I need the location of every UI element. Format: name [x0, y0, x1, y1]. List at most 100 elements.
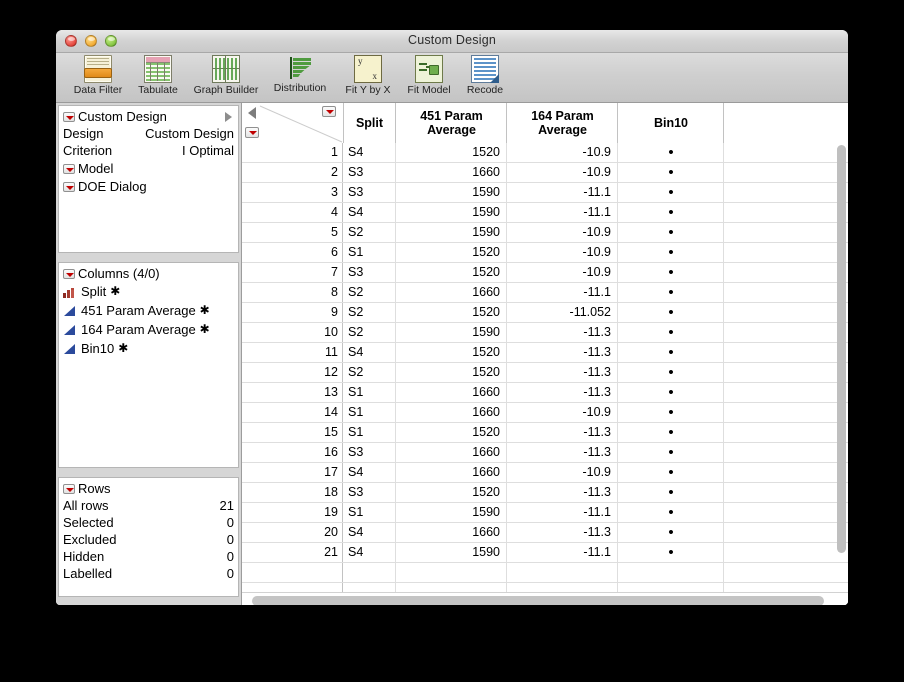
- cell-bin10[interactable]: •: [619, 423, 724, 442]
- design-subitem-model[interactable]: Model: [59, 159, 238, 177]
- row-number-cell[interactable]: 4: [242, 203, 343, 222]
- row-number-cell[interactable]: 7: [242, 263, 343, 282]
- disclosure-triangle-icon[interactable]: [63, 483, 75, 494]
- cell-bin10[interactable]: •: [619, 483, 724, 502]
- table-row[interactable]: 16 S3 1660 -11.3 •: [242, 443, 848, 463]
- cell-split[interactable]: S1: [344, 503, 396, 522]
- cell-bin10[interactable]: •: [619, 383, 724, 402]
- table-row[interactable]: 17 S4 1660 -10.9 •: [242, 463, 848, 483]
- table-row[interactable]: 18 S3 1520 -11.3 •: [242, 483, 848, 503]
- cell-bin10[interactable]: •: [619, 303, 724, 322]
- cell-164-param-average[interactable]: -11.3: [508, 323, 618, 342]
- column-header-164-param-average[interactable]: 164 Param Average: [508, 103, 618, 143]
- row-number-cell[interactable]: 21: [242, 543, 343, 562]
- cell-164-param-average[interactable]: -10.9: [508, 143, 618, 162]
- cell-split[interactable]: S2: [344, 323, 396, 342]
- cell-164-param-average[interactable]: -11.3: [508, 523, 618, 542]
- cell-empty[interactable]: [725, 143, 832, 162]
- cell-bin10[interactable]: •: [619, 503, 724, 522]
- table-grid[interactable]: 1 S4 1520 -10.9 • 2 S3 1660 -10.9 • 3 S3 1590 -11.1 • 4…: [242, 143, 848, 605]
- cell-empty[interactable]: [725, 303, 832, 322]
- table-row[interactable]: 10 S2 1590 -11.3 •: [242, 323, 848, 343]
- cell-451-param-average[interactable]: 1660: [397, 283, 507, 302]
- cell-451-param-average[interactable]: 1520: [397, 483, 507, 502]
- cell-split[interactable]: S1: [344, 403, 396, 422]
- table-row[interactable]: 4 S4 1590 -11.1 •: [242, 203, 848, 223]
- column-list-item-bin10[interactable]: Bin10 ✱: [59, 339, 238, 358]
- table-row[interactable]: 19 S1 1590 -11.1 •: [242, 503, 848, 523]
- cell-164-param-average[interactable]: -11.3: [508, 483, 618, 502]
- cell-empty[interactable]: [725, 203, 832, 222]
- cell-empty[interactable]: [725, 483, 832, 502]
- cell-164-param-average[interactable]: -11.3: [508, 343, 618, 362]
- cell-451-param-average[interactable]: 1590: [397, 323, 507, 342]
- cell-451-param-average[interactable]: 1590: [397, 203, 507, 222]
- table-row[interactable]: 21 S4 1590 -11.1 •: [242, 543, 848, 563]
- cell-164-param-average[interactable]: -11.1: [508, 203, 618, 222]
- rows-stat-hidden[interactable]: Hidden 0: [59, 548, 238, 565]
- row-number-cell[interactable]: 9: [242, 303, 343, 322]
- design-panel-header[interactable]: Custom Design: [59, 106, 238, 125]
- cell-split[interactable]: S4: [344, 543, 396, 562]
- toolbar-button-recode[interactable]: Recode: [458, 55, 512, 96]
- cell-451-param-average[interactable]: 1660: [397, 523, 507, 542]
- cell-164-param-average[interactable]: -11.1: [508, 543, 618, 562]
- row-number-cell[interactable]: 8: [242, 283, 343, 302]
- table-row[interactable]: 13 S1 1660 -11.3 •: [242, 383, 848, 403]
- cell-bin10[interactable]: •: [619, 203, 724, 222]
- toolbar-button-tabulate[interactable]: Tabulate: [128, 55, 188, 96]
- cell-164-param-average[interactable]: -10.9: [508, 463, 618, 482]
- cell-451-param-average[interactable]: 1520: [397, 263, 507, 282]
- column-header-451-param-average[interactable]: 451 Param Average: [397, 103, 507, 143]
- rows-stat-labelled[interactable]: Labelled 0: [59, 565, 238, 582]
- row-number-cell[interactable]: 14: [242, 403, 343, 422]
- table-row[interactable]: 8 S2 1660 -11.1 •: [242, 283, 848, 303]
- cell-empty[interactable]: [725, 223, 832, 242]
- cell-451-param-average[interactable]: 1520: [397, 363, 507, 382]
- collapse-triangle-icon[interactable]: [248, 107, 256, 119]
- column-list-item-split[interactable]: Split ✱: [59, 282, 238, 301]
- cell-164-param-average[interactable]: -10.9: [508, 243, 618, 262]
- cell-bin10[interactable]: •: [619, 543, 724, 562]
- row-number-cell[interactable]: 2: [242, 163, 343, 182]
- table-row[interactable]: 3 S3 1590 -11.1 •: [242, 183, 848, 203]
- disclosure-triangle-icon[interactable]: [63, 181, 75, 192]
- cell-empty[interactable]: [725, 523, 832, 542]
- cell-451-param-average[interactable]: 1660: [397, 403, 507, 422]
- rows-stat-excluded[interactable]: Excluded 0: [59, 531, 238, 548]
- column-header-bin10[interactable]: Bin10: [619, 103, 724, 143]
- row-number-cell[interactable]: 19: [242, 503, 343, 522]
- table-row[interactable]: 9 S2 1520 -11.052 •: [242, 303, 848, 323]
- cell-split[interactable]: S3: [344, 163, 396, 182]
- cell-164-param-average[interactable]: -10.9: [508, 403, 618, 422]
- cell-164-param-average[interactable]: -10.9: [508, 263, 618, 282]
- cell-empty[interactable]: [725, 423, 832, 442]
- rows-stat-all-rows[interactable]: All rows 21: [59, 497, 238, 514]
- vertical-scrollbar[interactable]: [837, 145, 846, 565]
- column-list-item-451-param-average[interactable]: 451 Param Average ✱: [59, 301, 238, 320]
- columns-menu-icon[interactable]: [322, 106, 336, 117]
- cell-empty[interactable]: [725, 323, 832, 342]
- table-row[interactable]: 20 S4 1660 -11.3 •: [242, 523, 848, 543]
- cell-451-param-average[interactable]: 1590: [397, 543, 507, 562]
- row-number-cell[interactable]: 3: [242, 183, 343, 202]
- row-number-cell[interactable]: 16: [242, 443, 343, 462]
- cell-164-param-average[interactable]: -11.052: [508, 303, 618, 322]
- table-row[interactable]: 5 S2 1590 -10.9 •: [242, 223, 848, 243]
- cell-split[interactable]: S4: [344, 143, 396, 162]
- rows-menu-icon[interactable]: [245, 127, 259, 138]
- cell-451-param-average[interactable]: 1590: [397, 503, 507, 522]
- table-row[interactable]: 2 S3 1660 -10.9 •: [242, 163, 848, 183]
- cell-split[interactable]: S4: [344, 463, 396, 482]
- row-number-cell[interactable]: 15: [242, 423, 343, 442]
- row-number-cell[interactable]: 6: [242, 243, 343, 262]
- cell-empty[interactable]: [725, 363, 832, 382]
- cell-bin10[interactable]: •: [619, 323, 724, 342]
- column-header-empty[interactable]: [725, 103, 832, 143]
- row-number-cell[interactable]: 20: [242, 523, 343, 542]
- design-subitem-doe-dialog[interactable]: DOE Dialog: [59, 177, 238, 195]
- cell-split[interactable]: S1: [344, 243, 396, 262]
- cell-split[interactable]: S2: [344, 303, 396, 322]
- cell-split[interactable]: S2: [344, 223, 396, 242]
- cell-bin10[interactable]: •: [619, 163, 724, 182]
